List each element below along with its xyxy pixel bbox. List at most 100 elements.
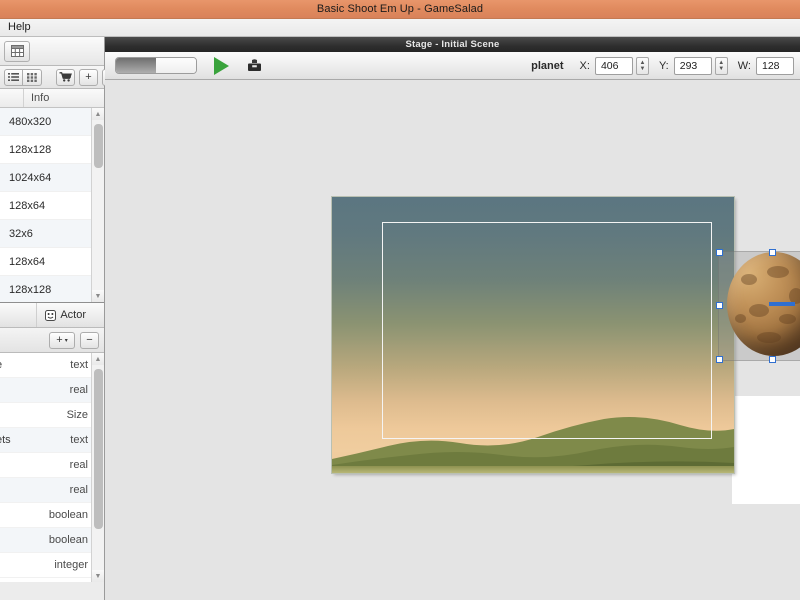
toggle-on-half — [116, 58, 156, 73]
resize-handle-n[interactable] — [769, 249, 776, 256]
x-input[interactable]: 406 — [594, 56, 633, 75]
tab-actor[interactable]: Actor — [36, 303, 94, 327]
stage-header: Stage - Initial Scene — [105, 37, 800, 52]
attribute-type: integer — [54, 559, 88, 571]
list-item[interactable]: 480x320 — [0, 108, 104, 136]
list-item-info: 480x320 — [9, 115, 52, 128]
x-stepper[interactable]: 406 ▲ ▼ — [594, 56, 649, 75]
list-item[interactable]: 1024x64 — [0, 164, 104, 192]
scroll-down-icon[interactable]: ▼ — [92, 290, 104, 302]
remove-attribute-button[interactable]: − — [80, 331, 99, 349]
attribute-row[interactable]: integer — [0, 553, 104, 578]
list-item[interactable]: 128x64 — [0, 248, 104, 276]
attribute-row[interactable]: ets text — [0, 428, 104, 453]
list-item-info: 128x64 — [9, 199, 46, 212]
tab-actor-label: Actor — [60, 309, 86, 321]
attribute-list[interactable]: e text real Size ets text real real — [0, 353, 104, 582]
grid-view-icon[interactable] — [23, 68, 42, 86]
canvas-overlay-panel — [732, 396, 800, 504]
attribute-type: text — [70, 434, 88, 446]
library-toolbar: + − — [0, 66, 121, 89]
attribute-row[interactable]: boolean — [0, 528, 104, 553]
field-x: X: 406 ▲ ▼ — [579, 56, 649, 75]
stage-canvas[interactable] — [105, 80, 800, 600]
preview-mode-toggle[interactable] — [115, 57, 197, 74]
library-list-scrollbar[interactable]: ▲ ▼ — [91, 108, 104, 302]
left-panel: + − Info 480x320 128x128 1024x64 128x64 … — [0, 37, 121, 600]
attribute-type: boolean — [48, 534, 88, 546]
field-y: Y: 293 ▲ ▼ — [658, 56, 728, 75]
y-stepper[interactable]: 293 ▲ ▼ — [673, 56, 728, 75]
column-header-info: Info — [31, 92, 50, 104]
attribute-type: Size — [66, 409, 88, 421]
field-w: W: 128 — [737, 56, 794, 75]
selected-actor-planet[interactable] — [716, 249, 800, 363]
table-icon[interactable] — [4, 40, 30, 62]
gamesalad-window: Basic Shoot Em Up - GameSalad Help + Inf… — [0, 0, 800, 600]
resize-handle-sw[interactable] — [716, 356, 723, 363]
window-title: Basic Shoot Em Up - GameSalad — [316, 3, 484, 15]
menubar: Help — [0, 19, 800, 37]
scrollbar-thumb[interactable] — [94, 124, 103, 168]
resize-handle-w[interactable] — [716, 302, 723, 309]
scroll-up-icon[interactable]: ▲ — [92, 108, 104, 120]
list-item-info: 128x64 — [9, 255, 46, 268]
attribute-toolbar: + ▾ − — [0, 328, 104, 353]
y-spinner-arrows[interactable]: ▲ ▼ — [714, 56, 728, 75]
field-x-label: X: — [579, 59, 590, 72]
add-item-button[interactable]: + — [79, 68, 98, 86]
resize-handle-nw[interactable] — [716, 249, 723, 256]
field-y-label: Y: — [658, 59, 669, 72]
publish-icon[interactable] — [247, 58, 262, 73]
library-tabstrip — [0, 37, 104, 66]
w-stepper[interactable]: 128 — [756, 56, 794, 75]
grid-view-glyph — [27, 72, 37, 82]
actor-tabstrip: Actor — [0, 302, 104, 328]
table-glyph — [10, 45, 24, 57]
list-item-info: 128x128 — [9, 283, 52, 296]
menu-item-help[interactable]: Help — [0, 19, 39, 36]
w-input[interactable]: 128 — [756, 56, 794, 75]
attribute-row[interactable]: boolean — [0, 503, 104, 528]
scrollbar-thumb[interactable] — [94, 369, 103, 529]
list-item-info: 1024x64 — [9, 171, 52, 184]
attribute-row[interactable]: real — [0, 478, 104, 503]
attribute-type: real — [69, 484, 88, 496]
y-input[interactable]: 293 — [673, 56, 712, 75]
add-attribute-button[interactable]: + ▾ — [49, 331, 75, 349]
library-list[interactable]: 480x320 128x128 1024x64 128x64 32x6 128x… — [0, 108, 104, 302]
list-item[interactable]: 128x128 — [0, 136, 104, 164]
scene-ground-strip — [332, 466, 734, 473]
attribute-row[interactable]: Size — [0, 403, 104, 428]
view-mode-group — [4, 68, 42, 86]
attribute-name: e — [0, 359, 2, 371]
x-spinner-arrows[interactable]: ▲ ▼ — [635, 56, 649, 75]
attribute-list-scrollbar[interactable]: ▲ ▼ — [91, 353, 104, 582]
list-view-icon[interactable] — [4, 68, 23, 86]
stage-title: Stage - Initial Scene — [405, 39, 500, 50]
scroll-down-icon[interactable]: ▼ — [92, 570, 104, 582]
attribute-type: real — [69, 384, 88, 396]
library-column-header: Info — [0, 89, 104, 108]
actor-mask-icon — [45, 309, 57, 321]
resize-handle-s[interactable] — [769, 356, 776, 363]
column-header-icon-col — [0, 89, 24, 107]
list-view-glyph — [8, 72, 19, 81]
attribute-row[interactable]: real — [0, 453, 104, 478]
cart-icon[interactable] — [56, 68, 75, 86]
chevron-down-icon: ▾ — [64, 337, 68, 344]
play-icon[interactable] — [214, 56, 229, 75]
scene-hills — [332, 417, 734, 473]
attribute-row[interactable]: real — [0, 378, 104, 403]
scroll-up-icon[interactable]: ▲ — [92, 353, 104, 365]
field-w-label: W: — [737, 59, 751, 72]
list-item[interactable]: 32x6 — [0, 220, 104, 248]
rotation-handle-bar[interactable] — [769, 302, 795, 306]
list-item-info: 32x6 — [9, 227, 33, 240]
list-item[interactable]: 128x64 — [0, 192, 104, 220]
list-item[interactable]: 128x128 — [0, 276, 104, 302]
attribute-type: real — [69, 459, 88, 471]
stage-toolbar: planet X: 406 ▲ ▼ Y: 293 ▲ ▼ W: 128 — [105, 52, 800, 80]
scene-viewport[interactable] — [332, 197, 734, 473]
attribute-row[interactable]: e text — [0, 353, 104, 378]
